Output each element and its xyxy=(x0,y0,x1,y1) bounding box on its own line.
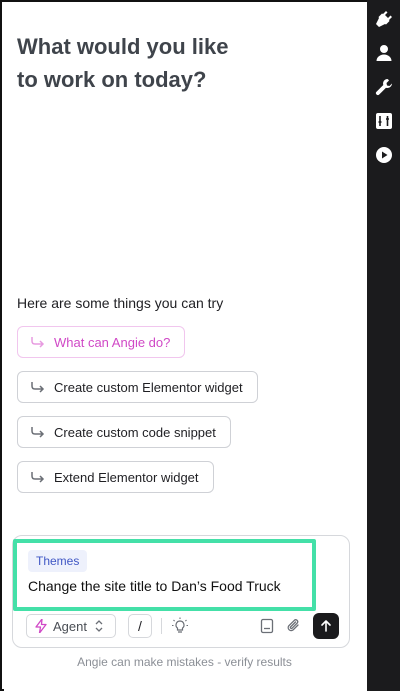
mode-select[interactable]: Agent xyxy=(26,614,116,638)
suggestion-list: What can Angie do? Create custom Element… xyxy=(17,326,258,493)
suggestions-heading: Here are some things you can try xyxy=(17,295,224,311)
suggestion-extend-widget[interactable]: Extend Elementor widget xyxy=(17,461,214,493)
suggestion-label: Create custom Elementor widget xyxy=(54,379,243,395)
suggestion-label: Create custom code snippet xyxy=(54,424,216,440)
wrench-icon xyxy=(375,79,392,96)
sliders-icon xyxy=(375,113,392,129)
return-arrow-icon xyxy=(30,470,46,484)
rail-button-plugin[interactable] xyxy=(373,8,395,30)
page-title: What would you like to work on today? xyxy=(17,30,317,96)
suggestion-create-widget[interactable]: Create custom Elementor widget xyxy=(17,371,258,403)
title-line-1: What would you like xyxy=(17,34,229,59)
mode-label: Agent xyxy=(53,618,87,634)
slash-command-button[interactable]: / xyxy=(128,614,152,638)
suggestion-label: What can Angie do? xyxy=(54,334,171,350)
play-icon xyxy=(375,147,392,163)
prompt-text[interactable]: Change the site title to Dan’s Food Truc… xyxy=(28,578,281,594)
right-icon-rail xyxy=(367,0,400,691)
toolbar-divider xyxy=(161,618,162,634)
angie-panel: What would you like to work on today? He… xyxy=(0,0,400,691)
rail-button-play[interactable] xyxy=(373,144,395,166)
return-arrow-icon xyxy=(30,380,46,394)
paperclip-icon[interactable] xyxy=(285,617,303,635)
suggestion-label: Extend Elementor widget xyxy=(54,469,199,485)
send-button[interactable] xyxy=(313,613,339,639)
return-arrow-icon xyxy=(30,425,46,439)
plugin-icon xyxy=(375,11,392,27)
rail-button-tools[interactable] xyxy=(373,76,395,98)
arrow-up-icon xyxy=(321,620,331,632)
context-tag[interactable]: Themes xyxy=(28,550,88,572)
composer-toolbar: Agent / xyxy=(26,613,341,640)
document-icon[interactable] xyxy=(258,617,276,635)
return-arrow-icon xyxy=(30,335,46,349)
chevron-updown-icon xyxy=(95,620,103,632)
title-line-2: to work on today? xyxy=(17,67,207,92)
suggestion-create-snippet[interactable]: Create custom code snippet xyxy=(17,416,231,448)
lightning-icon xyxy=(35,619,47,633)
lightbulb-icon[interactable] xyxy=(171,617,189,635)
user-icon xyxy=(376,45,391,61)
rail-button-user[interactable] xyxy=(373,42,395,64)
rail-button-settings[interactable] xyxy=(373,110,395,132)
disclaimer-text: Angie can make mistakes - verify results xyxy=(77,655,292,669)
suggestion-what-can-angie-do[interactable]: What can Angie do? xyxy=(17,326,186,358)
